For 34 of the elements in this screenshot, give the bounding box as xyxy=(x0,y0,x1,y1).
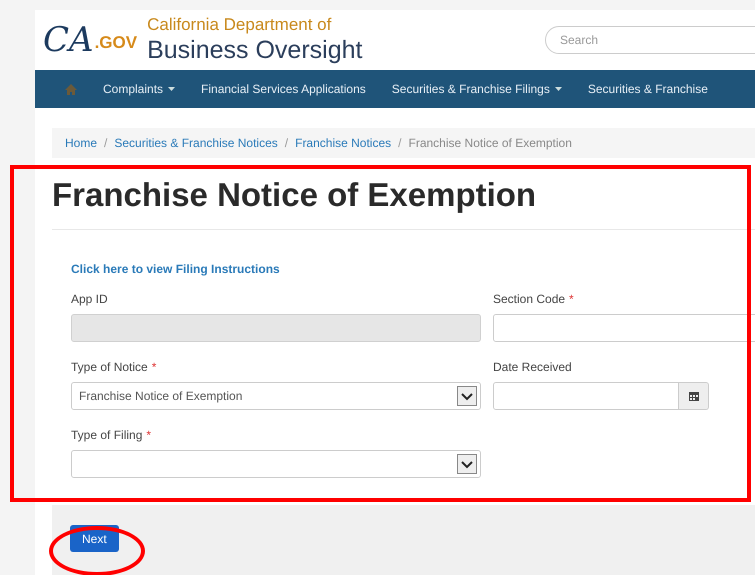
chevron-down-icon xyxy=(457,386,477,406)
field-label: Date Received xyxy=(493,359,572,376)
field-label: App ID xyxy=(71,291,108,308)
select-field[interactable] xyxy=(71,450,481,478)
department-name: California Department of xyxy=(147,14,332,35)
select-value: Franchise Notice of Exemption xyxy=(79,388,242,405)
caret-icon xyxy=(554,87,562,91)
field-label: Section Code * xyxy=(493,291,574,308)
nav-item[interactable]: Securities & Franchise xyxy=(588,80,708,98)
select-field[interactable]: Franchise Notice of Exemption xyxy=(71,382,481,410)
calendar-icon xyxy=(688,391,698,401)
search-field[interactable]: Search xyxy=(545,26,755,54)
caret-icon xyxy=(168,87,176,91)
input-field[interactable] xyxy=(493,314,755,342)
site-title: Business Oversight xyxy=(147,35,362,66)
logo[interactable]: CA.GOV xyxy=(43,23,138,57)
field-label: Type of Filing * xyxy=(71,427,152,444)
instructions-link[interactable]: Click here to view Filing Instructions xyxy=(71,260,280,278)
nav-item[interactable]: Complaints xyxy=(103,80,176,98)
nav-item[interactable]: Financial Services Applications xyxy=(201,80,366,98)
breadcrumb-link[interactable]: Home xyxy=(65,134,98,152)
chevron-down-icon xyxy=(457,454,477,474)
home-icon[interactable] xyxy=(65,84,77,94)
breadcrumb-link[interactable]: Franchise Notices xyxy=(295,134,392,152)
page-title: Franchise Notice of Exemption xyxy=(52,178,538,211)
date-field[interactable] xyxy=(493,382,679,410)
calendar-button[interactable] xyxy=(679,382,709,410)
current-page-label: Franchise Notice of Exemption xyxy=(408,135,572,152)
breadcrumb-separator: / xyxy=(104,135,108,152)
nav-item[interactable]: Securities & Franchise Filings xyxy=(392,80,562,98)
field-label: Type of Notice * xyxy=(71,359,156,376)
breadcrumb-separator: / xyxy=(284,135,288,152)
breadcrumb-link[interactable]: Securities & Franchise Notices xyxy=(114,134,278,152)
breadcrumb-separator: / xyxy=(398,135,402,152)
